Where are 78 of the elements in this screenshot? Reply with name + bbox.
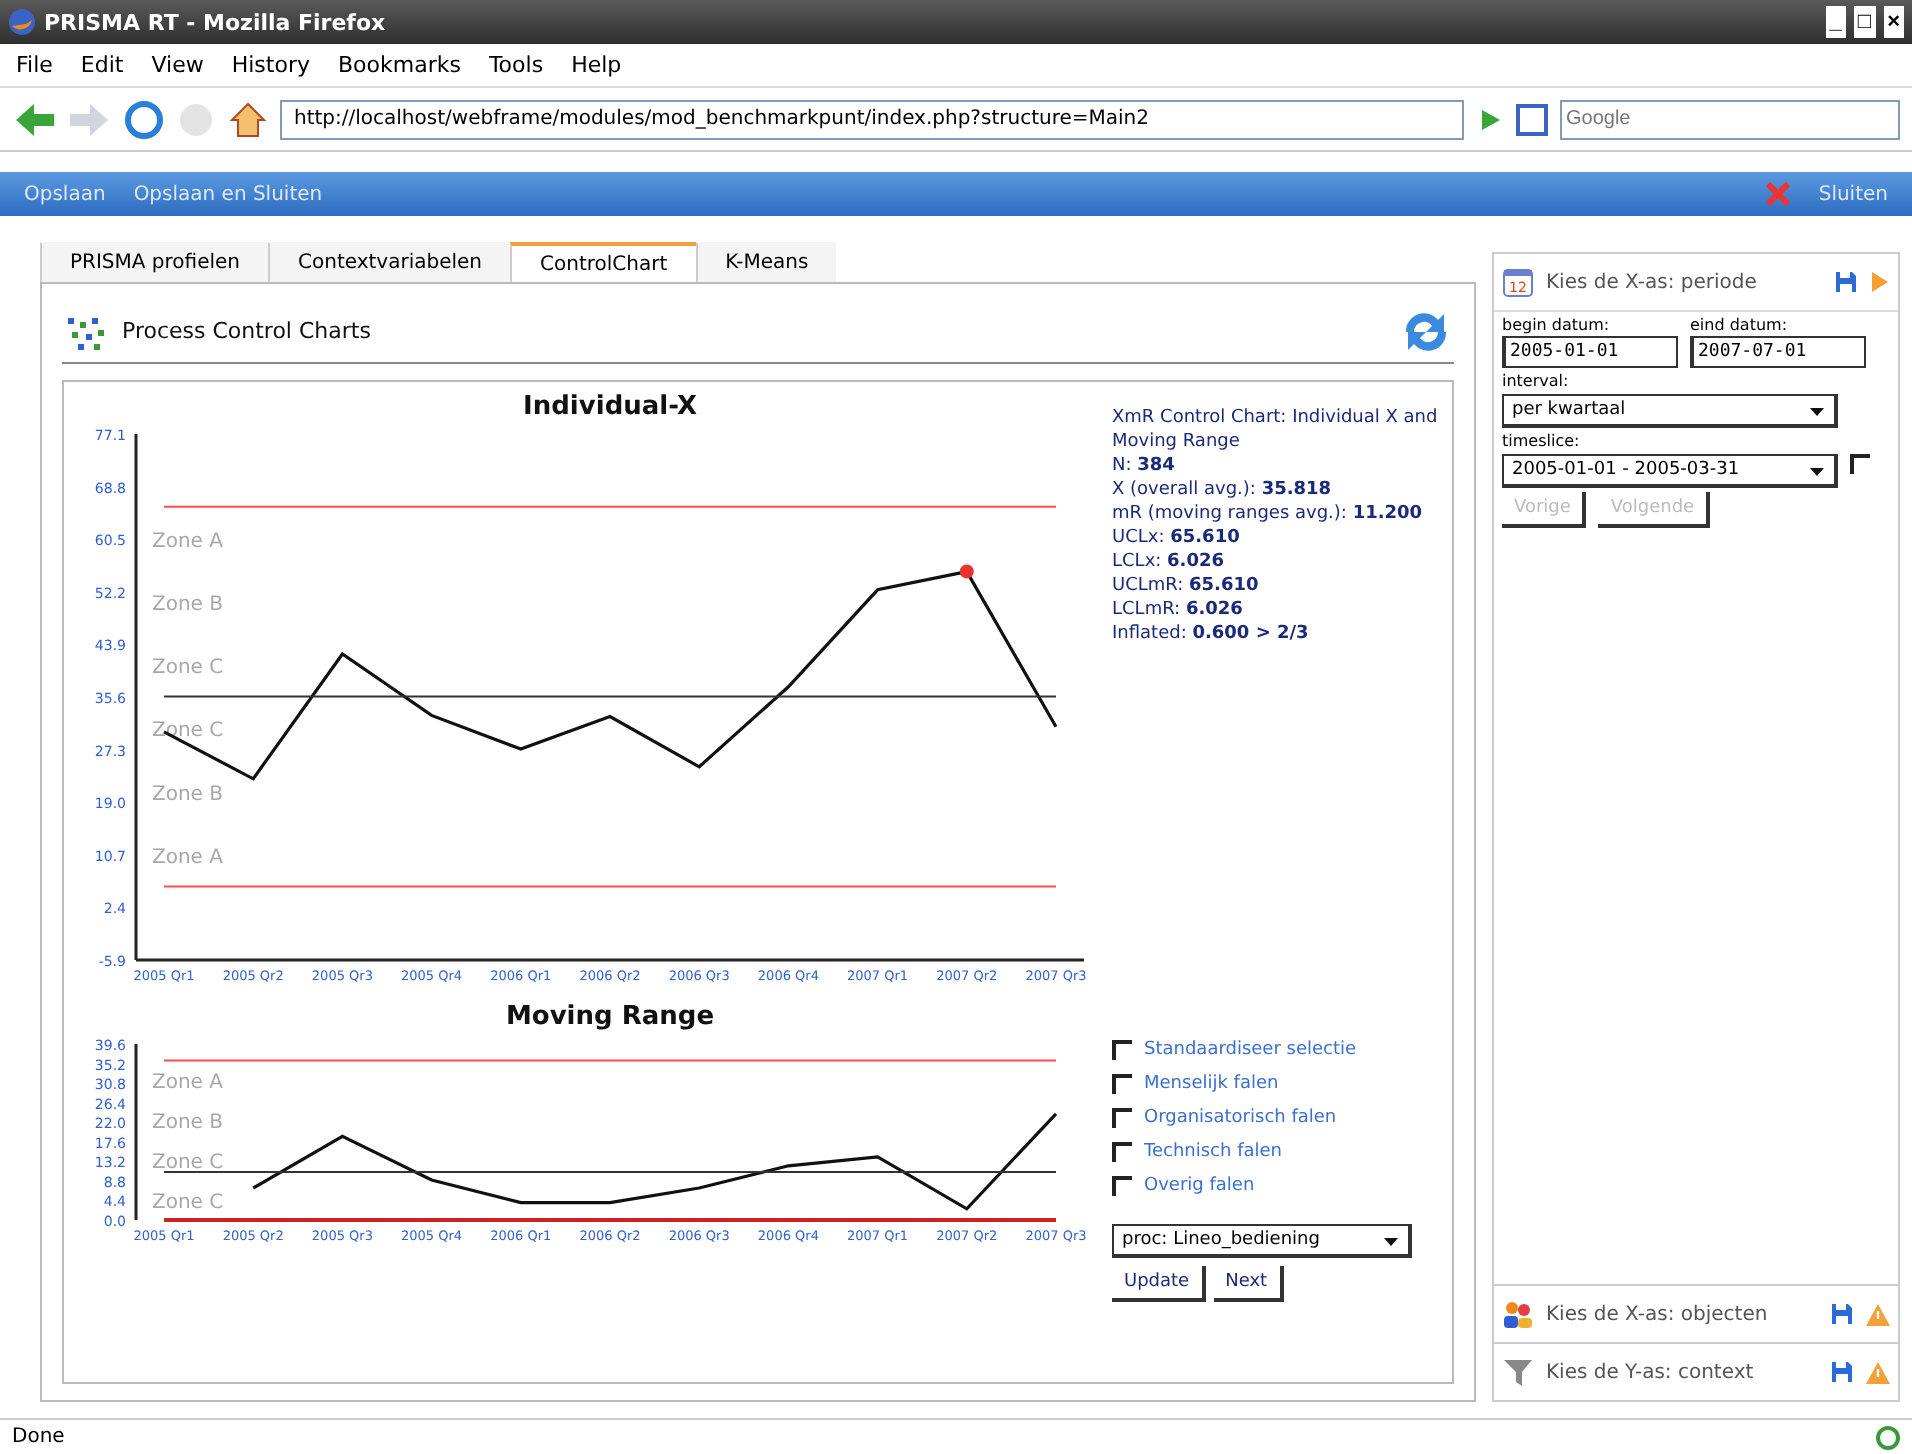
zone-label: Zone A bbox=[152, 846, 223, 869]
tab[interactable]: Contextvariabelen bbox=[268, 242, 511, 282]
address-field[interactable]: http://localhost/webframe/modules/mod_benchmarkpunt/index.php?structure=Main2 bbox=[280, 99, 1464, 139]
status-icon bbox=[1876, 1425, 1900, 1449]
checkbox[interactable] bbox=[1850, 454, 1870, 474]
date-field[interactable]: 2005-01-01 bbox=[1502, 336, 1678, 368]
zone-label: Zone B bbox=[152, 593, 223, 616]
section-title[interactable]: Kies de X-as: periode bbox=[1546, 271, 1822, 293]
field-label: begin datum: bbox=[1502, 316, 1612, 334]
menu-item[interactable]: History bbox=[231, 52, 310, 78]
window-control-button[interactable]: × bbox=[1883, 6, 1904, 38]
window-control-button[interactable]: _ bbox=[1825, 6, 1846, 38]
zone-label: Zone C bbox=[152, 1192, 224, 1215]
stat-text: XmR Control Chart: Individual X and Moving Range bbox=[1112, 406, 1440, 454]
menu-item[interactable]: Help bbox=[571, 52, 622, 78]
save-icon[interactable] bbox=[1830, 1360, 1854, 1384]
browser-logo-icon bbox=[8, 8, 36, 36]
search-field[interactable]: Google bbox=[1560, 99, 1900, 139]
zone-label: Zone C bbox=[152, 657, 224, 680]
back-icon[interactable] bbox=[12, 101, 56, 137]
menu-item[interactable]: Bookmarks bbox=[337, 52, 461, 78]
field-label: timeslice: bbox=[1502, 432, 1582, 450]
form-button[interactable]: Next bbox=[1213, 1266, 1284, 1302]
checkbox-label: Menselijk falen bbox=[1144, 1074, 1279, 1094]
checkbox-label: Technisch falen bbox=[1144, 1142, 1282, 1162]
checkbox[interactable] bbox=[1112, 1040, 1132, 1060]
field-label: interval: bbox=[1502, 372, 1571, 390]
checkbox-label: Overig falen bbox=[1144, 1176, 1255, 1196]
section-title[interactable]: Kies de Y-as: context bbox=[1546, 1361, 1818, 1383]
date-field[interactable]: 2007-07-01 bbox=[1690, 336, 1866, 368]
stat-text: UCLmR: 65.610 bbox=[1112, 574, 1261, 598]
stat-text: mR (moving ranges avg.): 11.200 bbox=[1112, 502, 1425, 526]
go-icon[interactable] bbox=[1476, 105, 1504, 133]
menu-item[interactable]: View bbox=[151, 52, 204, 78]
form-button[interactable]: Update bbox=[1112, 1266, 1206, 1302]
interval-select[interactable]: per kwartaal bbox=[1502, 394, 1838, 428]
checkbox[interactable] bbox=[1112, 1176, 1132, 1196]
tab[interactable]: PRISMA profielen bbox=[40, 242, 268, 282]
zone-label: Zone A bbox=[152, 1072, 223, 1095]
reload-icon[interactable] bbox=[124, 99, 164, 139]
zone-label: Zone C bbox=[152, 720, 224, 743]
menu-item[interactable]: File bbox=[16, 52, 53, 78]
checkbox-label: Standaardiseer selectie bbox=[1144, 1040, 1357, 1060]
section-title[interactable]: Kies de X-as: objecten bbox=[1546, 1303, 1818, 1325]
stat-text: Inflated: 0.600 > 2/3 bbox=[1112, 622, 1311, 646]
process-select[interactable]: proc: Lineo_bediening bbox=[1112, 1224, 1412, 1258]
tab[interactable]: K-Means bbox=[695, 242, 837, 282]
window-control-button[interactable]: □ bbox=[1853, 6, 1876, 38]
home-icon[interactable] bbox=[228, 99, 268, 139]
stat-text: LCLx: 6.026 bbox=[1112, 550, 1227, 574]
save-icon[interactable] bbox=[1834, 270, 1858, 294]
save-icon[interactable] bbox=[1830, 1302, 1854, 1326]
checkbox[interactable] bbox=[1112, 1074, 1132, 1094]
checkbox[interactable] bbox=[1112, 1142, 1132, 1162]
chart-title: Moving Range bbox=[505, 1002, 715, 1032]
zone-label: Zone C bbox=[152, 1152, 224, 1175]
window-title: PRISMA RT - Mozilla Firefox bbox=[44, 9, 388, 35]
menu-item[interactable]: Tools bbox=[488, 52, 544, 78]
status-text: Done bbox=[12, 1426, 65, 1448]
zone-label: Zone B bbox=[152, 1112, 223, 1135]
funnel-icon bbox=[1502, 1356, 1534, 1388]
stat-text: N: 384 bbox=[1112, 454, 1177, 478]
stat-text: LCLmR: 6.026 bbox=[1112, 598, 1245, 622]
warning-icon bbox=[1866, 1303, 1890, 1325]
chart-title: Individual-X bbox=[523, 392, 697, 422]
menu-item[interactable]: Edit bbox=[80, 52, 124, 78]
checkbox[interactable] bbox=[1112, 1108, 1132, 1128]
timeslice-select[interactable]: 2005-01-01 - 2005-03-31 bbox=[1502, 454, 1838, 488]
zone-label: Zone B bbox=[152, 783, 223, 806]
checkbox-label: Organisatorisch falen bbox=[1144, 1108, 1337, 1128]
tab[interactable]: ControlChart bbox=[510, 242, 696, 282]
stat-text: X (overall avg.): 35.818 bbox=[1112, 478, 1334, 502]
panel-title: Process Control Charts bbox=[122, 318, 373, 344]
warning-icon bbox=[1866, 1361, 1890, 1383]
stat-text: UCLx: 65.610 bbox=[1112, 526, 1242, 550]
people-icon bbox=[1502, 1298, 1534, 1330]
field-label: eind datum: bbox=[1690, 316, 1790, 334]
zone-label: Zone A bbox=[152, 530, 223, 553]
